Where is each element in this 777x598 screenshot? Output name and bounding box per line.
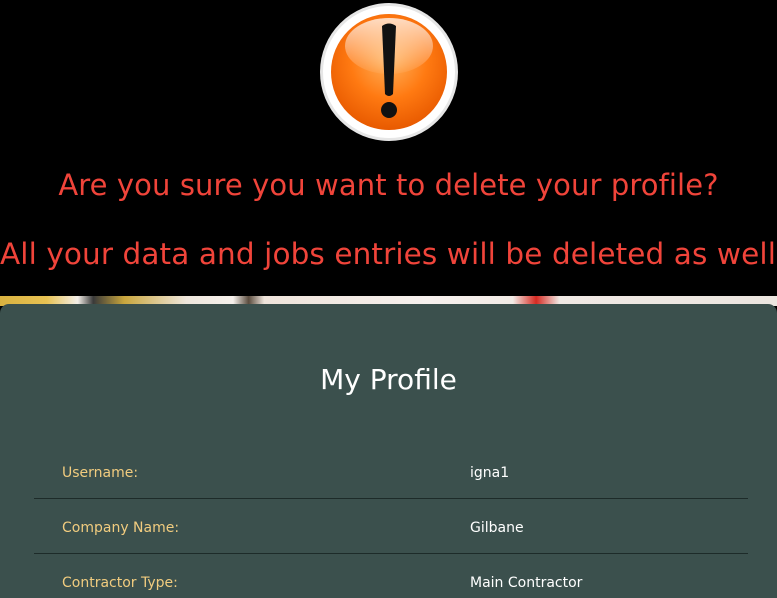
contractor-type-value: Main Contractor	[470, 575, 583, 591]
profile-row-company-name: Company Name: Gilbane	[34, 499, 748, 554]
delete-warning-question: Are you sure you want to delete your pro…	[58, 168, 719, 202]
contractor-type-label: Contractor Type:	[62, 575, 178, 591]
page-title: My Profile	[320, 363, 457, 396]
company-name-value: Gilbane	[470, 520, 524, 536]
delete-confirmation-alert: Are you sure you want to delete your pro…	[0, 0, 777, 298]
profile-row-username: Username: igna1	[34, 444, 748, 499]
profile-row-contractor-type: Contractor Type: Main Contractor	[34, 554, 748, 598]
profile-card: My Profile Username: igna1 Company Name:…	[0, 304, 777, 598]
username-value: igna1	[470, 465, 510, 481]
page: Are you sure you want to delete your pro…	[0, 0, 777, 598]
delete-warning-detail: All your data and jobs entries will be d…	[0, 237, 777, 271]
exclamation-warning-icon	[320, 3, 458, 141]
company-name-label: Company Name:	[62, 520, 180, 536]
username-label: Username:	[62, 465, 139, 481]
